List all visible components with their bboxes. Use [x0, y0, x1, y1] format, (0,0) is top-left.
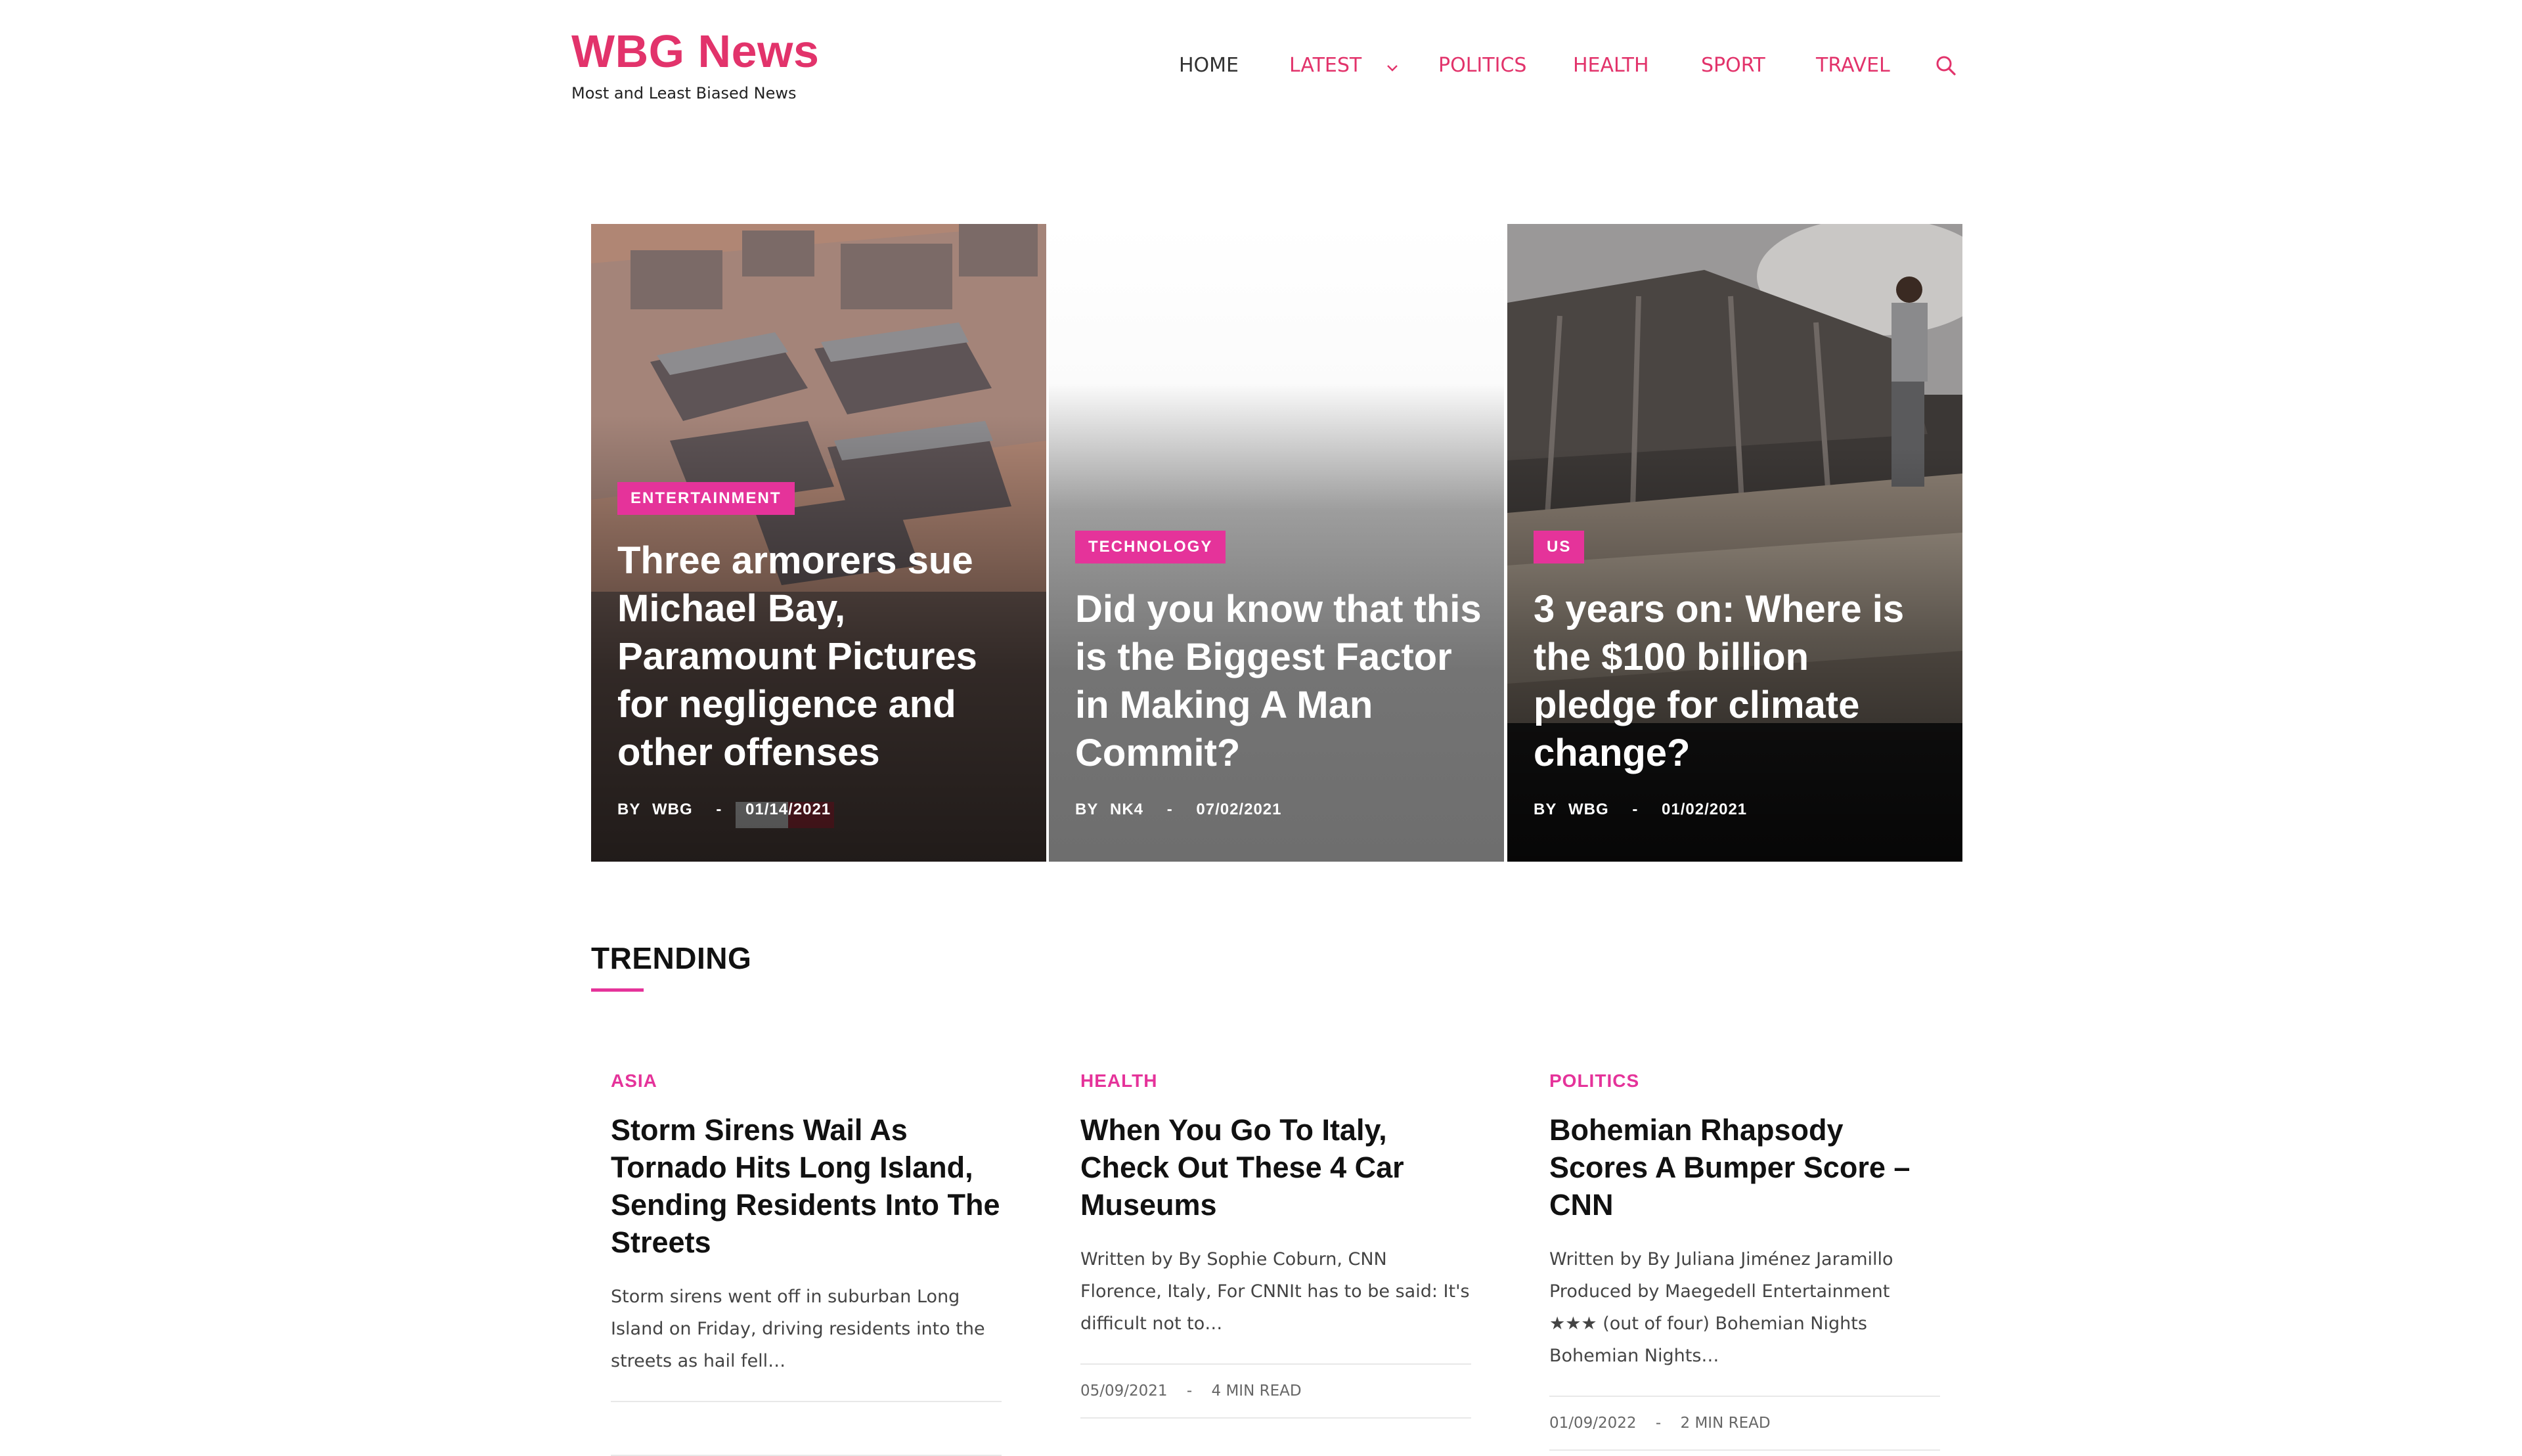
card-title[interactable]: 3 years on: Where is the $100 billion pl…	[1534, 585, 1941, 777]
trending-date: 01/09/2022	[1549, 1415, 1637, 1432]
trending-title[interactable]: When You Go To Italy, Check Out These 4 …	[1080, 1111, 1471, 1224]
trending-meta: 01/09/2022 - 2 MIN READ	[1549, 1396, 1940, 1451]
nav-item-health[interactable]: HEALTH	[1573, 53, 1649, 79]
meta-date: 01/14/2021	[745, 801, 831, 818]
trending-date: 05/09/2021	[1080, 1382, 1168, 1400]
nav-item-latest-label: LATEST	[1289, 54, 1362, 77]
trending-card: HEALTH When You Go To Italy, Check Out T…	[1080, 1070, 1471, 1419]
trending-meta	[611, 1401, 1002, 1456]
site-header: WBG News Most and Least Biased News HOME…	[0, 0, 2522, 131]
meta-separator: -	[1186, 1382, 1193, 1400]
nav-item-sport[interactable]: SPORT	[1701, 53, 1765, 79]
featured-stories: ENTERTAINMENT Three armorers sue Michael…	[591, 224, 1962, 862]
category-badge[interactable]: ENTERTAINMENT	[617, 482, 795, 515]
site-tagline: Most and Least Biased News	[571, 84, 797, 102]
nav-item-home[interactable]: HOME	[1179, 53, 1239, 79]
meta-date: 07/02/2021	[1196, 801, 1282, 818]
trending-title[interactable]: Bohemian Rhapsody Scores A Bumper Score …	[1549, 1111, 1940, 1224]
meta-separator: -	[1655, 1415, 1662, 1432]
card-title[interactable]: Three armorers sue Michael Bay, Paramoun…	[617, 537, 1025, 776]
trending-card: ASIA Storm Sirens Wail As Tornado Hits L…	[611, 1070, 1002, 1456]
trending-excerpt: Storm sirens went off in suburban Long I…	[611, 1287, 985, 1371]
trending-category[interactable]: HEALTH	[1080, 1070, 1471, 1092]
trending-card: POLITICS Bohemian Rhapsody Scores A Bump…	[1549, 1070, 1940, 1451]
featured-card[interactable]: US 3 years on: Where is the $100 billion…	[1507, 224, 1962, 862]
trending-read-time: 4 MIN READ	[1211, 1382, 1302, 1400]
card-meta: BY NK4 - 07/02/2021	[1075, 801, 1282, 819]
meta-separator: -	[716, 801, 722, 818]
meta-by: BY	[1075, 801, 1099, 818]
meta-by: BY	[1534, 801, 1557, 818]
featured-card[interactable]: ENTERTAINMENT Three armorers sue Michael…	[591, 224, 1046, 862]
site-logo-title[interactable]: WBG News	[571, 25, 819, 77]
trending-category[interactable]: ASIA	[611, 1070, 1002, 1092]
chevron-down-icon	[1386, 53, 1398, 79]
featured-card[interactable]: TECHNOLOGY Did you know that this is the…	[1049, 224, 1504, 862]
meta-author[interactable]: NK4	[1110, 801, 1143, 819]
meta-by: BY	[617, 801, 641, 818]
trending-read-time: 2 MIN READ	[1680, 1415, 1771, 1432]
category-badge[interactable]: TECHNOLOGY	[1075, 531, 1226, 563]
meta-date: 01/02/2021	[1662, 801, 1748, 818]
nav-item-latest[interactable]: LATEST	[1289, 53, 1398, 79]
card-title[interactable]: Did you know that this is the Biggest Fa…	[1075, 585, 1482, 777]
trending-meta: 05/09/2021 - 4 MIN READ	[1080, 1363, 1471, 1419]
card-meta: BY WBG - 01/02/2021	[1534, 801, 1747, 819]
category-badge[interactable]: US	[1534, 531, 1585, 563]
trending-excerpt: Written by By Juliana Jiménez Jaramillo …	[1549, 1249, 1893, 1366]
meta-separator: -	[1632, 801, 1639, 818]
trending-underline	[591, 988, 644, 992]
trending-excerpt: Written by By Sophie Coburn, CNN Florenc…	[1080, 1249, 1470, 1334]
meta-separator: -	[1166, 801, 1173, 818]
nav-item-politics[interactable]: POLITICS	[1438, 53, 1526, 79]
trending-heading: TRENDING	[591, 941, 752, 975]
trending-title[interactable]: Storm Sirens Wail As Tornado Hits Long I…	[611, 1111, 1002, 1261]
trending-category[interactable]: POLITICS	[1549, 1070, 1940, 1092]
meta-author[interactable]: WBG	[1568, 801, 1609, 819]
search-icon[interactable]	[1934, 54, 1958, 77]
card-meta: BY WBG - 01/14/2021	[617, 801, 831, 819]
nav-item-travel[interactable]: TRAVEL	[1816, 53, 1890, 79]
meta-author[interactable]: WBG	[652, 801, 693, 819]
